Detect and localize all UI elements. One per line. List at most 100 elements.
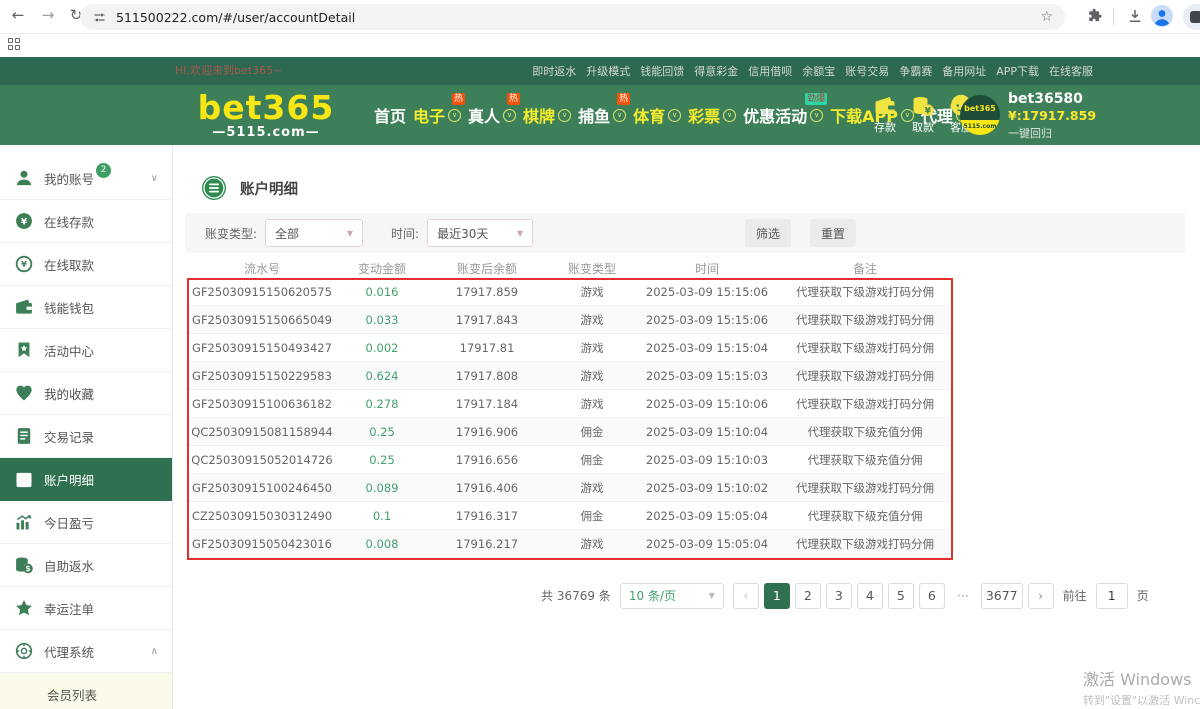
back-icon[interactable]: ← <box>8 6 28 24</box>
cell-balance: 17916.217 <box>427 537 547 551</box>
sidebar-item[interactable]: 幸运注单 <box>0 587 172 630</box>
page-button[interactable]: 6 <box>919 583 945 609</box>
table-row: QC250309150811589440.2517916.906佣金2025-0… <box>187 418 953 446</box>
withdraw-button[interactable]: ¥ 取款 <box>910 94 936 135</box>
wallet-icon <box>14 297 34 317</box>
sidebar-item-label: 我的收藏 <box>44 384 94 403</box>
per-page-select[interactable]: 10 条/页 ▼ <box>620 583 724 609</box>
welcome-text: HI,欢迎来到bet365~ <box>175 57 282 85</box>
cell-time: 2025-03-09 15:15:04 <box>637 341 777 355</box>
page-button[interactable]: 2 <box>795 583 821 609</box>
download-icon[interactable] <box>1126 7 1144 25</box>
page-button[interactable]: 3 <box>826 583 852 609</box>
cell-time: 2025-03-09 15:10:06 <box>637 397 777 411</box>
topbar-link[interactable]: 在线客服 <box>1049 63 1093 79</box>
deposit-button[interactable]: 存款 <box>872 94 898 135</box>
one-key-recall-link[interactable]: 一键回归 <box>1008 125 1096 141</box>
page-button[interactable]: 4 <box>857 583 883 609</box>
sidebar-item[interactable]: ¥ 在线存款 <box>0 200 172 243</box>
nav-item[interactable]: 热真人∨ <box>468 85 516 145</box>
forward-icon[interactable]: → <box>38 6 58 24</box>
nav-item[interactable]: 首页 <box>374 85 406 145</box>
bookmark-star-icon[interactable]: ☆ <box>1040 9 1053 25</box>
cell-balance: 17917.184 <box>427 397 547 411</box>
nav-label: 棋牌 <box>523 103 555 127</box>
chevron-down-icon: ▼ <box>517 229 523 238</box>
page-button[interactable]: 5 <box>888 583 914 609</box>
nav-item[interactable]: 劲爆优惠活动∨ <box>743 85 823 145</box>
sidebar-item-label: 活动中心 <box>44 341 94 360</box>
time-filter-value: 最近30天 <box>437 225 488 242</box>
sidebar-item[interactable]: 活动中心 <box>0 329 172 372</box>
nav-item[interactable]: 热电子∨ <box>413 85 461 145</box>
nav-item[interactable]: 热捕鱼∨ <box>578 85 626 145</box>
sidebar-item[interactable]: 会员列表 <box>0 673 172 709</box>
cell-amount: 0.002 <box>337 341 427 355</box>
account-badge[interactable]: bet365 5115.com <box>960 95 1000 135</box>
browser-chrome: ← → ↻ 511500222.com/#/user/accountDetail… <box>0 0 1200 57</box>
site-info-icon[interactable] <box>92 10 107 25</box>
next-page-button[interactable]: › <box>1028 583 1054 609</box>
sidebar-item[interactable]: 我的收藏 <box>0 372 172 415</box>
topbar-link[interactable]: 备用网址 <box>942 63 986 79</box>
deposit-icon: ¥ <box>14 211 34 231</box>
cell-time: 2025-03-09 15:15:03 <box>637 369 777 383</box>
sidebar-item-label: 在线存款 <box>44 212 94 231</box>
sidebar-item[interactable]: $自助返水 <box>0 544 172 587</box>
topbar-link[interactable]: 钱能回馈 <box>640 63 684 79</box>
type-filter-select[interactable]: 全部 ▼ <box>265 219 363 247</box>
sidebar-item[interactable]: 交易记录 <box>0 415 172 458</box>
topbar-link[interactable]: APP下载 <box>996 63 1039 79</box>
chevron-down-icon: ∨ <box>558 109 571 122</box>
page-button[interactable]: 3677 <box>981 583 1023 609</box>
quick-actions: 存款 ¥ 取款 客服 <box>872 94 974 135</box>
star-icon <box>14 598 34 618</box>
sidebar-item[interactable]: 账户明细 <box>0 458 172 501</box>
time-filter-select[interactable]: 最近30天 ▼ <box>427 219 533 247</box>
sidebar: 我的账号2∨ ¥ 在线存款 ¥在线取款钱能钱包活动中心我的收藏交易记录账户明细今日盈亏… <box>0 145 173 709</box>
site-logo[interactable]: bet365 —5115.com— <box>196 91 336 140</box>
reset-button[interactable]: 重置 <box>810 219 856 247</box>
sidebar-item-label: 代理系统 <box>44 642 94 661</box>
nav-item[interactable]: 体育∨ <box>633 85 681 145</box>
apps-grid-icon[interactable] <box>8 38 20 50</box>
topbar-links: 即时返水升级模式钱能回馈得意彩金信用借呗余额宝账号交易争霸赛备用网址 APP下载在… <box>532 57 1093 85</box>
table-row: GF250309151506205750.01617917.859游戏2025-… <box>187 278 953 306</box>
sidebar-item[interactable]: 代理系统∧ <box>0 630 172 673</box>
url-bar[interactable]: 511500222.com/#/user/accountDetail ☆ <box>80 4 1065 30</box>
prev-page-button[interactable]: ‹ <box>733 583 759 609</box>
topbar-link[interactable]: 即时返水 <box>532 63 576 79</box>
cell-time: 2025-03-09 15:05:04 <box>637 509 777 523</box>
cell-note: 代理获取下级游戏打码分佣 <box>777 340 953 356</box>
topbar-link[interactable]: 信用借呗 <box>748 63 792 79</box>
page-ellipsis: ··· <box>950 583 976 609</box>
page-button[interactable]: 1 <box>764 583 790 609</box>
nav-item[interactable]: 棋牌∨ <box>523 85 571 145</box>
sidebar-item[interactable]: ¥在线取款 <box>0 243 172 286</box>
filter-button[interactable]: 筛选 <box>745 219 791 247</box>
browser-menu-partial[interactable] <box>1183 4 1200 30</box>
cell-serial: GF25030915150620575 <box>187 285 337 299</box>
topbar-link[interactable]: 争霸赛 <box>899 63 932 79</box>
cell-type: 游戏 <box>547 396 637 412</box>
sidebar-item[interactable]: 钱能钱包 <box>0 286 172 329</box>
cell-type: 游戏 <box>547 340 637 356</box>
goto-page-input[interactable] <box>1096 583 1128 609</box>
time-filter-label: 时间: <box>391 225 419 242</box>
topbar-link[interactable]: 得意彩金 <box>694 63 738 79</box>
topbar-link[interactable]: 账号交易 <box>845 63 889 79</box>
table-row: CZ250309150303124900.117916.317佣金2025-03… <box>187 502 953 530</box>
nav-label: 首页 <box>374 103 406 127</box>
cell-serial: GF25030915150665049 <box>187 313 337 327</box>
extensions-icon[interactable] <box>1086 7 1103 24</box>
topbar-link[interactable]: 余额宝 <box>802 63 835 79</box>
type-filter-value: 全部 <box>275 225 299 242</box>
nav-item[interactable]: 彩票∨ <box>688 85 736 145</box>
sidebar-item[interactable]: 我的账号2∨ <box>0 157 172 200</box>
top-announcement-bar: HI,欢迎来到bet365~ 即时返水升级模式钱能回馈得意彩金信用借呗余额宝账号… <box>0 57 1200 85</box>
chevron-down-icon: ∨ <box>723 109 736 122</box>
sidebar-item[interactable]: 今日盈亏 <box>0 501 172 544</box>
topbar-link[interactable]: 升级模式 <box>586 63 630 79</box>
type-filter-label: 账变类型: <box>205 225 257 242</box>
profile-avatar[interactable] <box>1150 4 1174 28</box>
